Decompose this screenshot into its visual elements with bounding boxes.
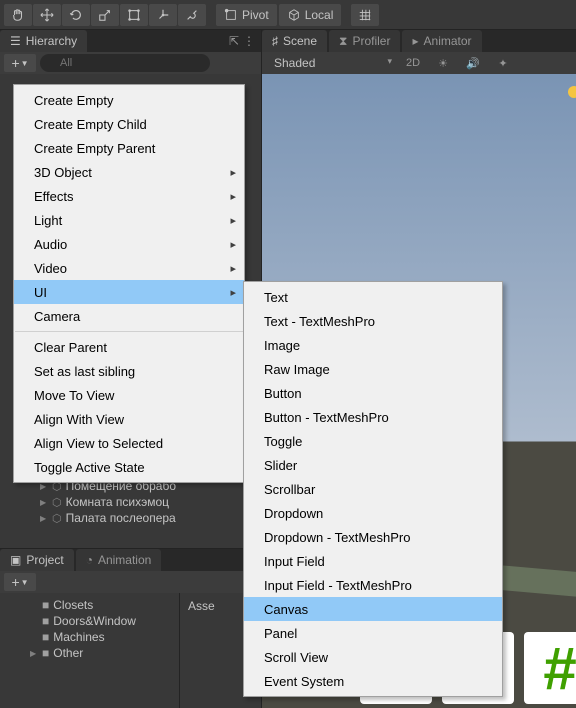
profiler-tab-label: Profiler — [352, 34, 390, 48]
pivot-toggle-button[interactable]: Pivot — [216, 4, 277, 26]
ctx-align-view-to-selected[interactable]: Align View to Selected — [14, 431, 244, 455]
lock-icon[interactable]: ⇱ — [229, 34, 239, 48]
ui-submenu: Text Text - TextMeshPro Image Raw Image … — [243, 281, 503, 697]
tree-row[interactable]: ▶■Other — [0, 645, 179, 661]
ctx-clear-parent[interactable]: Clear Parent — [14, 335, 244, 359]
panel-menu-icon[interactable]: ⋮ — [243, 34, 255, 48]
tab-profiler[interactable]: ⧗ Profiler — [329, 30, 400, 52]
hierarchy-search-wrap — [40, 54, 257, 72]
ctx-ui-canvas[interactable]: Canvas — [244, 597, 502, 621]
right-tab-bar: ♯ Scene ⧗ Profiler ▸ Animator — [262, 30, 576, 52]
ctx-ui-toggle[interactable]: Toggle — [244, 429, 502, 453]
project-tab-label: Project — [26, 553, 63, 567]
ctx-toggle-active[interactable]: Toggle Active State — [14, 455, 244, 479]
ctx-ui-input-field-tmp[interactable]: Input Field - TextMeshPro — [244, 573, 502, 597]
tab-animator[interactable]: ▸ Animator — [402, 30, 481, 52]
hierarchy-icon: ☰ — [10, 34, 21, 48]
project-icon: ▣ — [10, 553, 21, 567]
move-tool-button[interactable] — [33, 4, 61, 26]
main-toolbar: Pivot Local — [0, 0, 576, 30]
animation-tab-label: Animation — [98, 553, 151, 567]
ctx-video[interactable]: Video — [14, 256, 244, 280]
hand-tool-button[interactable] — [4, 4, 32, 26]
ctx-audio[interactable]: Audio — [14, 232, 244, 256]
tab-animation[interactable]: ◔ Animation — [76, 549, 162, 571]
scale-tool-button[interactable] — [91, 4, 119, 26]
ctx-create-empty-parent[interactable]: Create Empty Parent — [14, 136, 244, 160]
ctx-ui-button[interactable]: Button — [244, 381, 502, 405]
tree-row[interactable]: ■Doors&Window — [0, 613, 179, 629]
ctx-separator — [15, 331, 243, 332]
ctx-align-with-view[interactable]: Align With View — [14, 407, 244, 431]
ctx-light[interactable]: Light — [14, 208, 244, 232]
create-context-menu: Create Empty Create Empty Child Create E… — [13, 84, 245, 483]
animator-tab-label: Animator — [424, 34, 472, 48]
grid-snap-button[interactable] — [351, 4, 379, 26]
two-d-toggle-button[interactable]: 2D — [400, 54, 426, 72]
project-tree[interactable]: ■Closets ■Doors&Window ■Machines ▶■Other — [0, 593, 180, 708]
scene-icon: ♯ — [272, 34, 278, 48]
audio-toggle-button[interactable]: 🔊 — [460, 54, 486, 72]
ctx-ui-dropdown-tmp[interactable]: Dropdown - TextMeshPro — [244, 525, 502, 549]
project-create-button[interactable]: +▼ — [4, 573, 36, 591]
profiler-icon: ⧗ — [339, 34, 347, 49]
scene-tab-label: Scene — [283, 34, 317, 48]
animator-icon: ▸ — [412, 34, 418, 48]
hierarchy-row[interactable]: ▶⬡Палата послеопера — [0, 510, 261, 526]
tab-scene[interactable]: ♯ Scene — [262, 30, 327, 52]
ctx-ui-raw-image[interactable]: Raw Image — [244, 357, 502, 381]
tab-hierarchy[interactable]: ☰ Hierarchy — [0, 30, 87, 52]
animation-icon: ◔ — [86, 553, 93, 567]
ctx-ui-panel[interactable]: Panel — [244, 621, 502, 645]
left-tab-bar: ☰ Hierarchy ⇱ ⋮ — [0, 30, 261, 52]
ctx-ui-button-tmp[interactable]: Button - TextMeshPro — [244, 405, 502, 429]
asset-thumbnail[interactable]: # — [524, 632, 576, 704]
ctx-ui[interactable]: UI — [14, 280, 244, 304]
pivot-label: Pivot — [242, 8, 269, 22]
local-label: Local — [305, 8, 334, 22]
lighting-toggle-button[interactable]: ☀ — [430, 54, 456, 72]
ctx-ui-input-field[interactable]: Input Field — [244, 549, 502, 573]
rotate-tool-button[interactable] — [62, 4, 90, 26]
rect-tool-button[interactable] — [120, 4, 148, 26]
hierarchy-search-input[interactable] — [40, 54, 210, 72]
draw-mode-dropdown[interactable]: Shaded — [266, 54, 396, 72]
ctx-ui-dropdown[interactable]: Dropdown — [244, 501, 502, 525]
create-dropdown-button[interactable]: +▼ — [4, 54, 36, 72]
ctx-ui-image[interactable]: Image — [244, 333, 502, 357]
ctx-camera[interactable]: Camera — [14, 304, 244, 328]
ctx-ui-scroll-view[interactable]: Scroll View — [244, 645, 502, 669]
local-toggle-button[interactable]: Local — [279, 4, 342, 26]
ctx-create-empty-child[interactable]: Create Empty Child — [14, 112, 244, 136]
ctx-create-empty[interactable]: Create Empty — [14, 88, 244, 112]
ctx-move-to-view[interactable]: Move To View — [14, 383, 244, 407]
ctx-3d-object[interactable]: 3D Object — [14, 160, 244, 184]
hierarchy-tab-label: Hierarchy — [26, 34, 77, 48]
ctx-ui-slider[interactable]: Slider — [244, 453, 502, 477]
tree-row[interactable]: ■Closets — [0, 597, 179, 613]
hierarchy-sub-bar: +▼ — [0, 52, 261, 74]
ctx-set-last-sibling[interactable]: Set as last sibling — [14, 359, 244, 383]
tree-row[interactable]: ■Machines — [0, 629, 179, 645]
ctx-ui-scrollbar[interactable]: Scrollbar — [244, 477, 502, 501]
project-area: ▣ Project ◔ Animation +▼ ■Closets ■Doors… — [0, 548, 261, 708]
hierarchy-row[interactable]: ▶⬡Комната психэмоц — [0, 494, 261, 510]
ctx-ui-event-system[interactable]: Event System — [244, 669, 502, 693]
scene-sub-bar: Shaded 2D ☀ 🔊 ✦ — [262, 52, 576, 74]
effects-toggle-button[interactable]: ✦ — [490, 54, 516, 72]
custom-tool-button[interactable] — [178, 4, 206, 26]
ctx-ui-text-tmp[interactable]: Text - TextMeshPro — [244, 309, 502, 333]
ctx-ui-text[interactable]: Text — [244, 285, 502, 309]
transform-tool-button[interactable] — [149, 4, 177, 26]
ctx-effects[interactable]: Effects — [14, 184, 244, 208]
tab-project[interactable]: ▣ Project — [0, 549, 74, 571]
